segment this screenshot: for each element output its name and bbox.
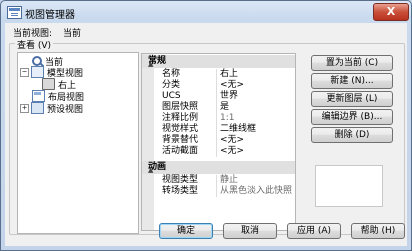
update-layers-button[interactable]: 更新图层 (L)	[311, 91, 393, 107]
property-key: 转场类型	[162, 186, 199, 196]
property-value: 从黑色淡入此快照	[220, 186, 293, 196]
expand-icon[interactable]: +	[20, 103, 29, 113]
close-button[interactable]: X	[373, 3, 409, 21]
property-key: 视图类型	[162, 175, 199, 185]
layout-view-icon	[32, 90, 45, 102]
window-title: 视图管理器	[25, 10, 75, 21]
property-row[interactable]: 图层快照 是	[142, 102, 295, 113]
property-value: 二维线框	[220, 124, 257, 134]
property-row[interactable]: 背景替代 <无>	[142, 135, 295, 146]
property-value: 静止	[220, 175, 239, 185]
help-button[interactable]: 帮助 (H)	[351, 223, 405, 239]
property-value: <无>	[220, 80, 245, 90]
dialog-body: 当前视图: 当前 查看 (V) 当前 − 模型视图 右上 布局视图 + 预设视图…	[5, 23, 407, 246]
new-button[interactable]: 新建 (N)...	[311, 73, 393, 89]
property-value: <无>	[220, 146, 245, 156]
apply-button[interactable]: 应用 (A)	[287, 223, 341, 239]
view-manager-icon	[7, 6, 22, 19]
model-view-icon	[31, 66, 44, 78]
magnifier-icon	[32, 56, 42, 66]
category-animation[interactable]: 动画 ▲	[142, 161, 295, 174]
property-row[interactable]: 视觉样式 二维线框	[142, 124, 295, 135]
view-manager-dialog: 视图管理器 X 当前视图: 当前 查看 (V) 当前 − 模型视图 右上 布局视…	[0, 0, 412, 251]
current-view-value: 当前	[63, 29, 82, 39]
tree-item-preset-views[interactable]: + 预设视图	[20, 102, 84, 115]
properties-grid[interactable]: 常规 ▲ 名称 右上 分类 <无> UCS 世界 图层快照 是 注释比例 1:1 视觉样式…	[141, 53, 296, 231]
property-value: 右上	[220, 69, 239, 79]
view-group-label: 查看 (V)	[15, 38, 54, 51]
property-key: 背景替代	[162, 135, 199, 145]
property-value: <无>	[220, 135, 245, 145]
property-row[interactable]: 分类 <无>	[142, 80, 295, 91]
collapse-icon[interactable]: −	[20, 67, 29, 77]
property-row[interactable]: 活动截面 <无>	[142, 146, 295, 157]
property-row[interactable]: UCS 世界	[142, 91, 295, 102]
set-current-button[interactable]: 置为当前 (C)	[311, 55, 393, 71]
camera-view-icon	[42, 78, 55, 90]
preset-view-icon	[31, 102, 44, 114]
property-value: 世界	[220, 91, 239, 101]
property-key: 图层快照	[162, 102, 199, 112]
property-row[interactable]: 转场类型 从黑色淡入此快照	[142, 186, 295, 197]
property-key: 视觉样式	[162, 124, 199, 134]
delete-button[interactable]: 删除 (D)	[311, 127, 393, 143]
tree-item-model-views[interactable]: − 模型视图	[20, 66, 83, 79]
property-row[interactable]: 注释比例 1:1	[142, 113, 295, 124]
property-row[interactable]: 视图类型 静止	[142, 175, 295, 186]
tree-item-top-right[interactable]: 右上	[42, 78, 76, 91]
property-key: UCS	[162, 91, 181, 101]
property-key: 活动截面	[162, 146, 199, 156]
property-key: 注释比例	[162, 113, 199, 123]
property-row[interactable]: 名称 右上	[142, 69, 295, 80]
property-key: 分类	[162, 80, 181, 90]
view-preview	[315, 165, 383, 207]
view-tree[interactable]: 当前 − 模型视图 右上 布局视图 + 预设视图	[17, 52, 139, 234]
tree-item-layout-views[interactable]: 布局视图	[32, 90, 84, 103]
ok-button[interactable]: 确定	[159, 223, 213, 239]
cancel-button[interactable]: 取消	[223, 223, 277, 239]
property-key: 名称	[162, 69, 181, 79]
property-value: 是	[220, 102, 230, 112]
edit-boundaries-button[interactable]: 编辑边界 (B)...	[311, 109, 393, 125]
property-value: 1:1	[220, 113, 235, 123]
category-general[interactable]: 常规 ▲	[142, 55, 295, 68]
title-bar: 视图管理器 X	[1, 1, 411, 23]
tree-item-label: 预设视图	[47, 104, 84, 115]
